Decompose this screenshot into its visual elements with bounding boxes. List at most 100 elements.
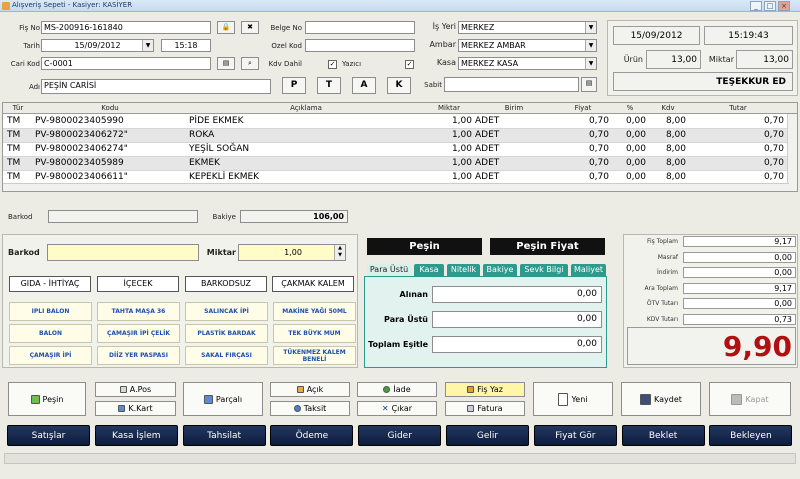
table-cell: PV-9800023405989 [35,158,124,168]
col-tutar[interactable]: Tutar [688,104,788,112]
yazici-checkbox[interactable]: ✓ [405,60,414,69]
spinner-icon[interactable]: ▲ ▼ [334,245,345,260]
urun-value: 13,00 [646,50,701,69]
time-field[interactable]: 15:18 [161,39,211,52]
nav-button[interactable]: Gelir [446,425,529,446]
sabit-button[interactable]: ▤ [581,77,597,92]
k-kart-button[interactable]: K.Kart [95,401,176,416]
maximize-button[interactable]: □ [764,1,776,11]
isyeri-select[interactable]: MERKEZ ▼ [458,21,597,34]
table-row[interactable]: TM PV-9800023405989 EKMEK 1,00 ADET 0,70 0,00 8… [3,157,789,171]
quick-product-button[interactable]: MAKİNE YAĞI 50ML [273,302,356,321]
kdv-dahil-checkbox[interactable]: ✓ [328,60,337,69]
chevron-down-icon[interactable]: ▼ [142,40,153,51]
chevron-down-icon[interactable]: ▼ [585,22,596,33]
col-aciklama[interactable]: Açıklama [188,104,424,112]
quick-product-button[interactable]: BALON [9,324,92,343]
tab-nitelik[interactable]: Nitelik [447,264,480,276]
barkod-input[interactable] [47,244,199,261]
cari-kod-field[interactable]: C-0001 [41,57,211,70]
cikar-button[interactable]: ✕ Çıkar [357,401,437,416]
lock-button[interactable]: 🔒 [217,21,235,34]
table-row[interactable]: TM PV-9800023406272" ROKA 1,00 ADET 0,70 0,00 8… [3,129,789,143]
category-cakmak[interactable]: ÇAKMAK KALEM [272,276,354,292]
yeni-button[interactable]: Yeni [533,382,613,416]
quick-product-button[interactable]: IPLI BALON [9,302,92,321]
quick-product-button[interactable]: ÇAMAŞIR İPİ ÇELİK [97,324,180,343]
pos-icon [119,386,127,393]
col-percent[interactable]: % [612,104,648,112]
bar-barkod-field [48,210,198,223]
taksit-button[interactable]: Taksit [270,401,350,416]
minimize-button[interactable]: _ [750,1,762,11]
fis-no-field[interactable]: MS-200916-161840 [41,21,211,34]
col-birim[interactable]: Birim [474,104,554,112]
col-fiyat[interactable]: Fiyat [554,104,612,112]
tab-kasa[interactable]: Kasa [414,264,444,276]
items-grid[interactable]: Tür Kodu Açıklama Miktar Birim Fiyat % K… [2,102,798,192]
col-kodu[interactable]: Kodu [33,104,187,112]
close-button[interactable]: × [778,1,790,11]
grid-vertical-scrollbar[interactable] [787,114,797,191]
price-t-button[interactable]: T [317,77,341,94]
grid-horizontal-scrollbar[interactable] [3,183,789,191]
quick-product-button[interactable]: ÇAMAŞIR İPİ [9,346,92,365]
acik-button[interactable]: Açık [270,382,350,397]
summary-label: İndirim [656,269,678,276]
iade-button[interactable]: İade [357,382,437,397]
fis-yaz-button[interactable]: Fiş Yaz [445,382,525,397]
chevron-down-icon[interactable]: ▼ [585,58,596,69]
ozel-kod-field[interactable] [305,39,415,52]
category-gida[interactable]: GIDA - İHTİYAÇ [9,276,91,292]
tab-sevk-bilgi[interactable]: Sevk Bilgi [520,264,568,276]
pesin-button[interactable]: Peşin [8,382,86,416]
kapat-button[interactable]: Kapat [709,382,791,416]
ambar-select[interactable]: MERKEZ AMBAR ▼ [458,39,597,52]
category-icecek[interactable]: İÇECEK [97,276,179,292]
table-row[interactable]: TM PV-9800023405990 PİDE EKMEK 1,00 ADET 0,70… [3,115,789,129]
quick-product-button[interactable]: TEK BÜYK MUM [273,324,356,343]
delete-button[interactable]: ✖ [241,21,259,34]
quick-product-button[interactable]: PLASTİK BARDAK [185,324,268,343]
quick-product-button[interactable]: DİİZ YER PASPASI [97,346,180,365]
col-miktar[interactable]: Miktar [424,104,474,112]
quick-product-button[interactable]: SAKAL FIRÇASI [185,346,268,365]
tab-bakiye[interactable]: Bakiye [483,264,517,276]
cari-list-button[interactable]: ▤ [217,57,235,70]
nav-button[interactable]: Kasa İşlem [94,425,178,446]
belge-no-field[interactable] [305,21,415,34]
table-row[interactable]: TM PV-9800023406274" YEŞİL SOĞAN 1,00 ADET 0,… [3,143,789,157]
price-a-button[interactable]: A [352,77,376,94]
quick-product-button[interactable]: TAHTA MAŞA 36 [97,302,180,321]
price-p-button[interactable]: P [282,77,306,94]
nav-button[interactable]: Fiyat Gör [533,425,617,446]
a-pos-button[interactable]: A.Pos [95,382,176,397]
table-cell: ADET [475,116,500,126]
nav-button[interactable]: Tahsilat [182,425,266,446]
quick-product-button[interactable]: SALINCAK İPİ [185,302,268,321]
adi-field[interactable]: PEŞİN CARİSİ [41,79,271,94]
nav-button[interactable]: Gider [358,425,442,446]
nav-button[interactable]: Beklet [621,425,705,446]
sabit-field[interactable] [444,77,579,92]
tab-para-ustu[interactable]: Para Üstü [367,264,411,276]
kasa-select[interactable]: MERKEZ KASA ▼ [458,57,597,70]
miktar-input[interactable]: 1,00 ▲ ▼ [238,244,346,261]
date-field[interactable]: 15/09/2012 ▼ [41,39,154,52]
chevron-down-icon[interactable]: ▼ [585,40,596,51]
alinan-input[interactable]: 0,00 [432,286,602,303]
app-icon [2,2,10,10]
quick-product-button[interactable]: TÜKENMEZ KALEM BENELİ [273,346,356,365]
col-kdv[interactable]: Kdv [648,104,688,112]
nav-button[interactable]: Ödeme [270,425,354,446]
category-barkodsuz[interactable]: BARKODSUZ [185,276,267,292]
fatura-button[interactable]: Fatura [445,401,525,416]
tab-maliyet[interactable]: Maliyet [571,264,606,276]
cari-search-button[interactable]: ⌕ [241,57,259,70]
col-tur[interactable]: Tür [5,104,31,112]
parcali-button[interactable]: Parçalı [183,382,263,416]
price-k-button[interactable]: K [387,77,411,94]
nav-button[interactable]: Bekleyen [709,425,793,446]
kaydet-button[interactable]: Kaydet [621,382,701,416]
nav-button[interactable]: Satışlar [7,425,90,446]
